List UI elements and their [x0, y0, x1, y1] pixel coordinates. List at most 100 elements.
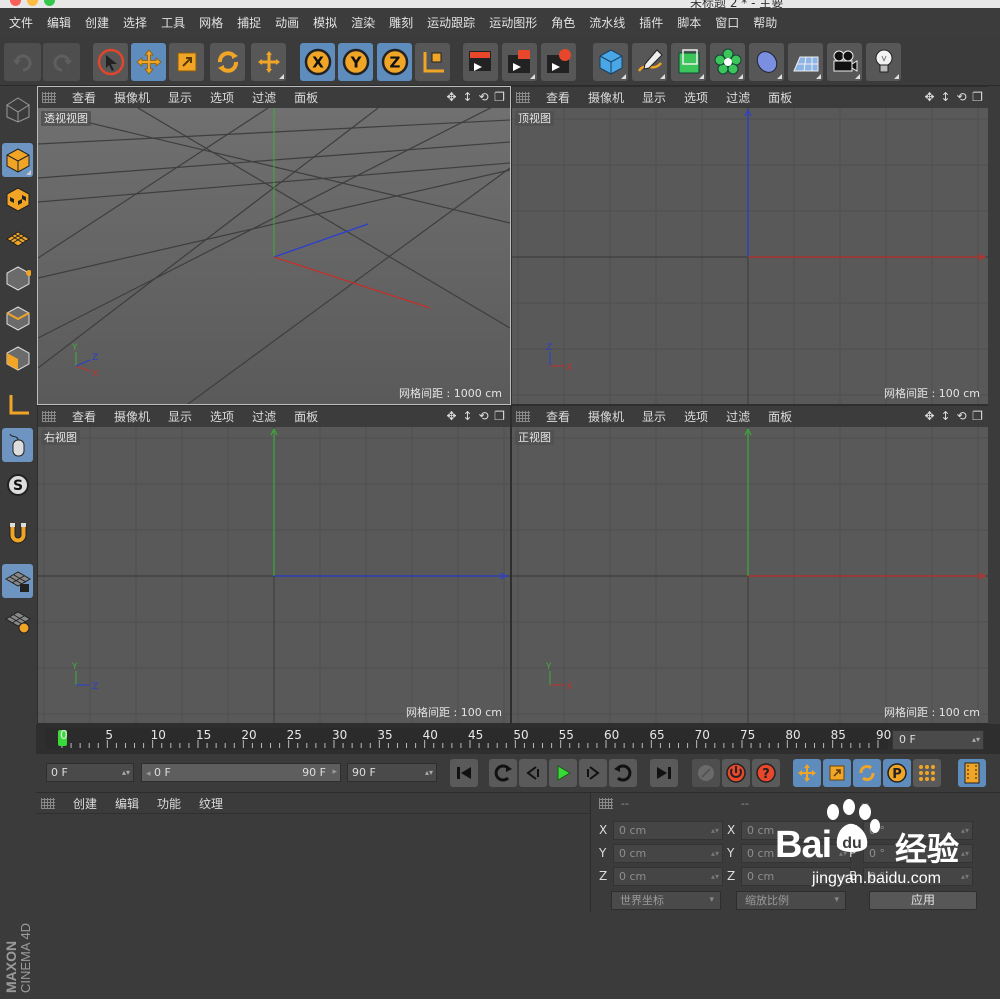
pan-icon[interactable]: ✥ — [445, 409, 458, 423]
viewport-menu-item[interactable]: 显示 — [159, 408, 201, 425]
edges-mode-button[interactable] — [2, 301, 33, 335]
maximize-icon[interactable]: ❐ — [493, 90, 506, 104]
viewport-menu-item[interactable]: 查看 — [537, 408, 579, 425]
rotation-key-button[interactable] — [853, 759, 881, 787]
point-level-animation-button[interactable] — [913, 759, 941, 787]
render-picture-viewer-button[interactable] — [502, 43, 537, 81]
lock-workplane-button[interactable] — [2, 564, 33, 598]
object-mode-button[interactable] — [2, 143, 33, 177]
tweak-mode-button[interactable] — [2, 428, 33, 462]
menu-item[interactable]: 运动跟踪 — [420, 8, 482, 38]
viewport-right[interactable]: 查看 摄像机 显示 选项 过滤 面板 ✥ ↕ ⟲ ❐ Y Z 右视图 网格间距 : 100 cm — [37, 405, 511, 724]
zoom-window-button[interactable] — [44, 0, 55, 6]
menu-item[interactable]: 运动图形 — [482, 8, 544, 38]
x-axis-lock-button[interactable]: X — [300, 43, 335, 81]
current-frame-field[interactable]: 0 F ▴▾ — [892, 730, 984, 750]
pan-icon[interactable]: ✥ — [923, 409, 936, 423]
previous-frame-button[interactable] — [519, 759, 547, 787]
viewport-menu-item[interactable]: 选项 — [675, 408, 717, 425]
pan-icon[interactable]: ✥ — [445, 90, 458, 104]
viewport-menu-item[interactable]: 摄像机 — [579, 89, 633, 106]
menu-item[interactable]: 创建 — [78, 8, 116, 38]
viewport-menu-item[interactable]: 面板 — [759, 408, 801, 425]
render-settings-button[interactable] — [541, 43, 576, 81]
next-key-button[interactable] — [609, 759, 637, 787]
coordinate-system-button[interactable] — [415, 43, 450, 81]
maximize-icon[interactable]: ❐ — [971, 90, 984, 104]
viewport-top[interactable]: 查看 摄像机 显示 选项 过滤 面板 ✥ ↕ ⟲ ❐ Z X 顶视图 网格间距 : 100 cm — [511, 86, 989, 405]
viewport-perspective[interactable]: 查看 摄像机 显示 选项 过滤 面板 ✥ ↕ ⟲ ❐ Y Z X 透视视图 网格间距 : 1000 cm — [37, 86, 511, 405]
render-view-button[interactable] — [463, 43, 498, 81]
go-to-end-button[interactable] — [650, 759, 678, 787]
keyframe-selection-button[interactable]: ? — [752, 759, 780, 787]
end-frame-field[interactable]: 90 F ▴▾ — [347, 763, 437, 782]
redo-button[interactable] — [43, 43, 80, 81]
menu-item[interactable]: 帮助 — [746, 8, 784, 38]
viewport-menu-item[interactable]: 过滤 — [243, 89, 285, 106]
panel-grip-icon[interactable] — [599, 798, 613, 809]
coordinate-pos-field[interactable]: 0 cm ▴▾ — [613, 844, 723, 863]
object-manager-menu-item[interactable]: 功能 — [148, 795, 190, 812]
orbit-icon[interactable]: ⟲ — [477, 90, 490, 104]
menu-item[interactable]: 工具 — [154, 8, 192, 38]
deformer-button[interactable] — [749, 43, 784, 81]
object-manager-menu-item[interactable]: 创建 — [64, 795, 106, 812]
menu-item[interactable]: 插件 — [632, 8, 670, 38]
viewport-menu-item[interactable]: 查看 — [537, 89, 579, 106]
pan-icon[interactable]: ✥ — [923, 90, 936, 104]
viewport-canvas[interactable]: Y X 正视图 网格间距 : 100 cm — [512, 427, 988, 723]
axis-mode-button[interactable] — [2, 388, 33, 422]
previous-key-button[interactable] — [489, 759, 517, 787]
coordinate-mode-select[interactable]: 世界坐标 ▾ — [611, 891, 721, 910]
viewport-menu-item[interactable]: 过滤 — [717, 89, 759, 106]
menu-item[interactable]: 动画 — [268, 8, 306, 38]
menu-item[interactable]: 文件 — [2, 8, 40, 38]
maximize-icon[interactable]: ❐ — [493, 409, 506, 423]
floor-environment-button[interactable] — [788, 43, 823, 81]
scale-tool-button[interactable] — [169, 43, 204, 81]
panel-grip-icon[interactable] — [42, 92, 56, 103]
rotate-tool-button[interactable] — [210, 43, 245, 81]
autokey-button[interactable] — [722, 759, 750, 787]
camera-button[interactable] — [827, 43, 862, 81]
timeline-window-button[interactable] — [958, 759, 986, 787]
panel-grip-icon[interactable] — [516, 411, 530, 422]
viewport-canvas[interactable]: Y Z X 透视视图 网格间距 : 1000 cm — [38, 108, 510, 404]
menu-item[interactable]: 模拟 — [306, 8, 344, 38]
close-window-button[interactable] — [10, 0, 21, 6]
viewport-menu-item[interactable]: 选项 — [201, 408, 243, 425]
next-frame-button[interactable] — [579, 759, 607, 787]
viewport-menu-item[interactable]: 面板 — [285, 89, 327, 106]
record-keys-button[interactable] — [692, 759, 720, 787]
menu-item[interactable]: 流水线 — [582, 8, 632, 38]
orbit-icon[interactable]: ⟲ — [955, 90, 968, 104]
cloner-button[interactable] — [710, 43, 745, 81]
panel-grip-icon[interactable] — [516, 92, 530, 103]
menu-item[interactable]: 编辑 — [40, 8, 78, 38]
workplane-button[interactable] — [2, 221, 33, 255]
go-to-start-button[interactable] — [450, 759, 478, 787]
menu-item[interactable]: 窗口 — [708, 8, 746, 38]
start-frame-field[interactable]: 0 F ▴▾ — [46, 763, 134, 782]
magnet-button[interactable] — [2, 516, 33, 550]
menu-item[interactable]: 网格 — [192, 8, 230, 38]
coordinate-pos-field[interactable]: 0 cm ▴▾ — [613, 867, 723, 886]
viewport-menu-item[interactable]: 过滤 — [243, 408, 285, 425]
texture-mode-button[interactable] — [2, 182, 33, 216]
viewport-menu-item[interactable]: 显示 — [633, 408, 675, 425]
viewport-menu-item[interactable]: 显示 — [633, 89, 675, 106]
model-mode-button[interactable] — [2, 92, 33, 126]
viewport-menu-item[interactable]: 摄像机 — [105, 89, 159, 106]
viewport-menu-item[interactable]: 过滤 — [717, 408, 759, 425]
snap-button[interactable]: S — [2, 468, 33, 502]
viewport-front[interactable]: 查看 摄像机 显示 选项 过滤 面板 ✥ ↕ ⟲ ❐ Y X 正视图 网格间距 : 100 cm — [511, 405, 989, 724]
y-axis-lock-button[interactable]: Y — [338, 43, 373, 81]
viewport-menu-item[interactable]: 查看 — [63, 89, 105, 106]
viewport-menu-item[interactable]: 面板 — [759, 89, 801, 106]
maximize-icon[interactable]: ❐ — [971, 409, 984, 423]
menu-item[interactable]: 脚本 — [670, 8, 708, 38]
light-button[interactable] — [866, 43, 901, 81]
recent-tool-button[interactable] — [251, 43, 286, 81]
preview-range-slider[interactable]: ◂ 0 F 90 F ▸ — [141, 763, 341, 782]
dolly-icon[interactable]: ↕ — [461, 90, 474, 104]
